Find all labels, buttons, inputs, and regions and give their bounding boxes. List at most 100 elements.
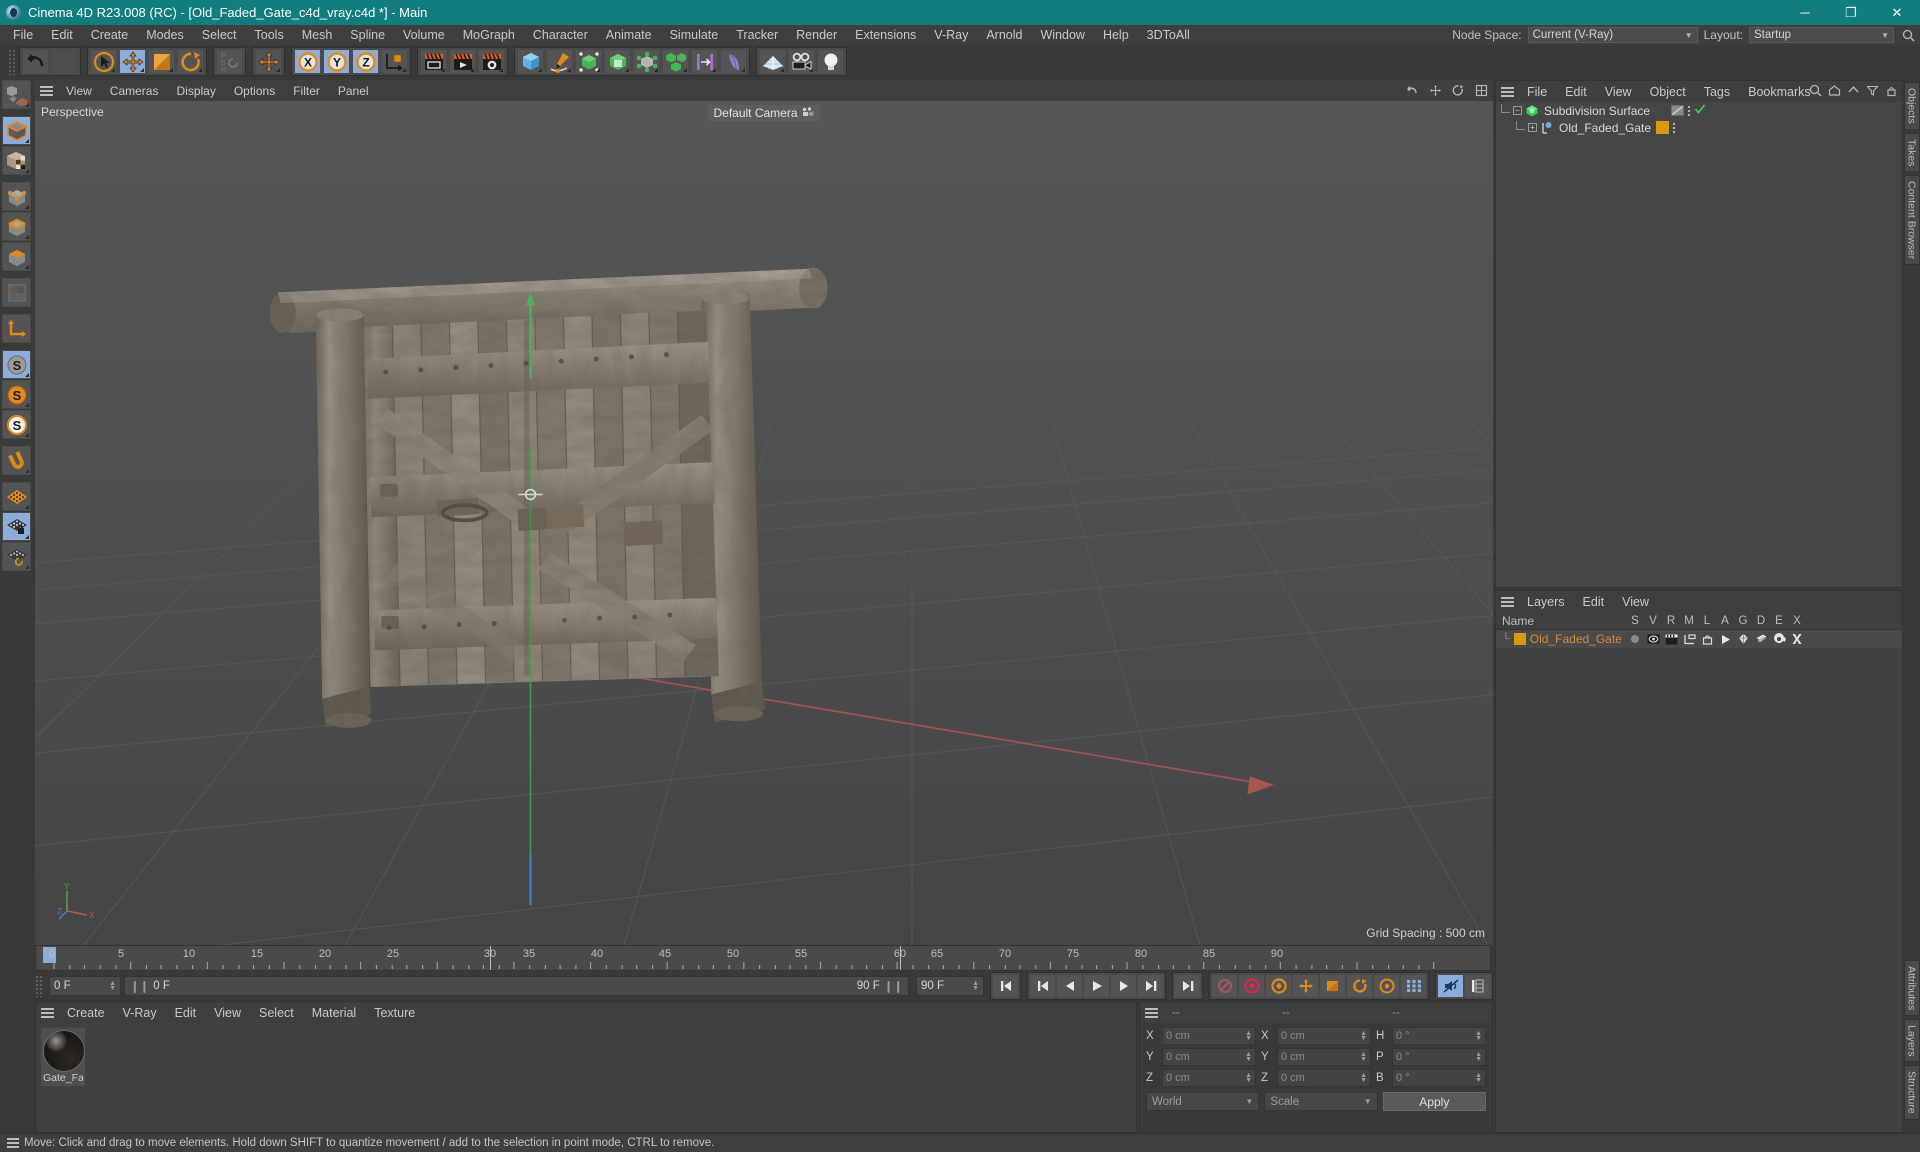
toolbar-drag-handle[interactable]: [8, 48, 16, 75]
search-icon[interactable]: [1900, 27, 1916, 43]
spinner-icon[interactable]: ▲ ▼: [972, 980, 979, 992]
points-mode-button[interactable]: [2, 182, 31, 211]
object-row-old-faded-gate[interactable]: + Old_Faded_Gate: [1496, 119, 1902, 136]
add-camera-button[interactable]: [788, 49, 815, 74]
rail-tab-layers[interactable]: Layers: [1903, 1018, 1920, 1063]
axis-mode-button[interactable]: [2, 314, 31, 343]
coord-field-rot-b[interactable]: 0 ° ▲ ▼: [1392, 1069, 1486, 1087]
sound-button[interactable]: [1437, 974, 1464, 998]
menu-file[interactable]: File: [4, 25, 42, 45]
manager-icon[interactable]: [1680, 633, 1698, 645]
add-subdivision-button[interactable]: [604, 49, 631, 74]
workplane-snap-button[interactable]: S: [2, 410, 31, 439]
add-field-button[interactable]: [691, 49, 718, 74]
workplane-button[interactable]: [2, 482, 31, 511]
layer-row[interactable]: └ Old_Faded_Gate: [1496, 630, 1902, 648]
coord-field-size-x[interactable]: 0 cm ▲ ▼: [1277, 1027, 1371, 1045]
planar-workplane-button[interactable]: [2, 542, 31, 571]
coordinate-system-select[interactable]: World ▼: [1146, 1092, 1260, 1111]
menu-extensions[interactable]: Extensions: [846, 25, 925, 45]
preview-end-field[interactable]: 90 F ▲ ▼: [916, 976, 984, 996]
xref-icon[interactable]: [1788, 633, 1806, 645]
menu-volume[interactable]: Volume: [394, 25, 454, 45]
object-menu-file[interactable]: File: [1518, 82, 1556, 102]
position-key-button[interactable]: [1292, 974, 1319, 998]
layer-menu-edit[interactable]: Edit: [1574, 592, 1614, 612]
material-menu-hamburger-icon[interactable]: [36, 1002, 58, 1023]
coord-field-size-y[interactable]: 0 cm ▲ ▼: [1277, 1048, 1371, 1066]
lock-z-button[interactable]: Z: [352, 49, 379, 74]
psr-button[interactable]: PSR: [216, 49, 243, 74]
menu-tracker[interactable]: Tracker: [727, 25, 787, 45]
menu-edit[interactable]: Edit: [42, 25, 82, 45]
menu-tools[interactable]: Tools: [246, 25, 293, 45]
render-view-button[interactable]: [420, 49, 447, 74]
viewport-camera-label[interactable]: Default Camera: [707, 105, 821, 121]
menu-vray[interactable]: V-Ray: [925, 25, 977, 45]
material-menu-select[interactable]: Select: [250, 1003, 303, 1023]
parameter-key-button[interactable]: [1373, 974, 1400, 998]
expand-collapse-icon[interactable]: −: [1513, 106, 1522, 115]
model-mode-button[interactable]: [2, 116, 31, 145]
coord-field-pos-x[interactable]: 0 cm ▲ ▼: [1162, 1027, 1256, 1045]
rail-tab-content-browser[interactable]: Content Browser: [1903, 175, 1920, 266]
menu-mesh[interactable]: Mesh: [293, 25, 342, 45]
menu-arnold[interactable]: Arnold: [977, 25, 1031, 45]
material-menu-edit[interactable]: Edit: [166, 1003, 206, 1023]
spinner-icon[interactable]: ▲ ▼: [1360, 1030, 1367, 1042]
deformer-icon[interactable]: [1752, 633, 1770, 645]
add-generator-button[interactable]: [575, 49, 602, 74]
viewport-3d[interactable]: Perspective Default Camera Grid Spacing …: [35, 101, 1493, 945]
phong-tag-icon[interactable]: [1671, 104, 1684, 117]
minimize-button[interactable]: ─: [1782, 0, 1828, 25]
magnet-button[interactable]: [2, 446, 31, 475]
menu-character[interactable]: Character: [524, 25, 597, 45]
world-axis-button[interactable]: [255, 49, 282, 74]
maximize-button[interactable]: ❐: [1828, 0, 1874, 25]
coord-field-pos-z[interactable]: 0 cm ▲ ▼: [1162, 1069, 1256, 1087]
material-item[interactable]: Gate_Fac: [41, 1028, 85, 1086]
viewport-menu-options[interactable]: Options: [225, 81, 284, 101]
rail-tab-objects[interactable]: Objects: [1903, 82, 1920, 130]
lock-icon[interactable]: [1885, 84, 1898, 100]
add-floor-button[interactable]: [759, 49, 786, 74]
generator-icon[interactable]: [1734, 633, 1752, 645]
spinner-icon[interactable]: ▲ ▼: [1360, 1072, 1367, 1084]
spinner-icon[interactable]: ▲ ▼: [109, 980, 116, 992]
keyframe-selection-button[interactable]: [1265, 974, 1292, 998]
menu-render[interactable]: Render: [787, 25, 846, 45]
uv-mode-button[interactable]: [2, 278, 31, 307]
layer-color-swatch[interactable]: [1513, 633, 1526, 645]
menu-help[interactable]: Help: [1094, 25, 1138, 45]
material-menu-vray[interactable]: V-Ray: [114, 1003, 166, 1023]
go-to-start-button[interactable]: [992, 974, 1019, 998]
timeline-drag-handle[interactable]: [35, 975, 43, 997]
add-cloth-button[interactable]: [720, 49, 747, 74]
undo-view-icon[interactable]: [1404, 82, 1420, 98]
animation-play-icon[interactable]: [1716, 634, 1734, 645]
object-menu-hamburger-icon[interactable]: [1496, 81, 1518, 102]
step-back-button[interactable]: [1056, 974, 1083, 998]
coordinate-system-button[interactable]: [381, 49, 408, 74]
material-menu-texture[interactable]: Texture: [365, 1003, 424, 1023]
record-active-objects-button[interactable]: [1211, 974, 1238, 998]
rail-tab-structure[interactable]: Structure: [1903, 1065, 1920, 1120]
menu-modes[interactable]: Modes: [137, 25, 193, 45]
make-editable-button[interactable]: [2, 80, 31, 109]
timeline-frame-strip[interactable]: ❙❙ 0 F 90 F ❙❙: [124, 976, 909, 996]
go-to-end-button[interactable]: [1174, 974, 1201, 998]
menu-mograph[interactable]: MoGraph: [454, 25, 524, 45]
lock-x-button[interactable]: X: [294, 49, 321, 74]
menu-window[interactable]: Window: [1031, 25, 1093, 45]
enable-snapping-button[interactable]: S: [2, 350, 31, 379]
rotate-view-icon[interactable]: [1450, 82, 1466, 98]
lock-y-button[interactable]: Y: [323, 49, 350, 74]
status-hamburger-icon[interactable]: [2, 1135, 24, 1152]
solo-dot-icon[interactable]: [1626, 634, 1644, 644]
layer-menu-view[interactable]: View: [1613, 592, 1658, 612]
polygons-mode-button[interactable]: [2, 242, 31, 271]
select-tool-button[interactable]: [90, 49, 117, 74]
undo-button[interactable]: [22, 49, 49, 74]
lock-workplane-button[interactable]: [2, 512, 31, 541]
material-menu-create[interactable]: Create: [58, 1003, 114, 1023]
